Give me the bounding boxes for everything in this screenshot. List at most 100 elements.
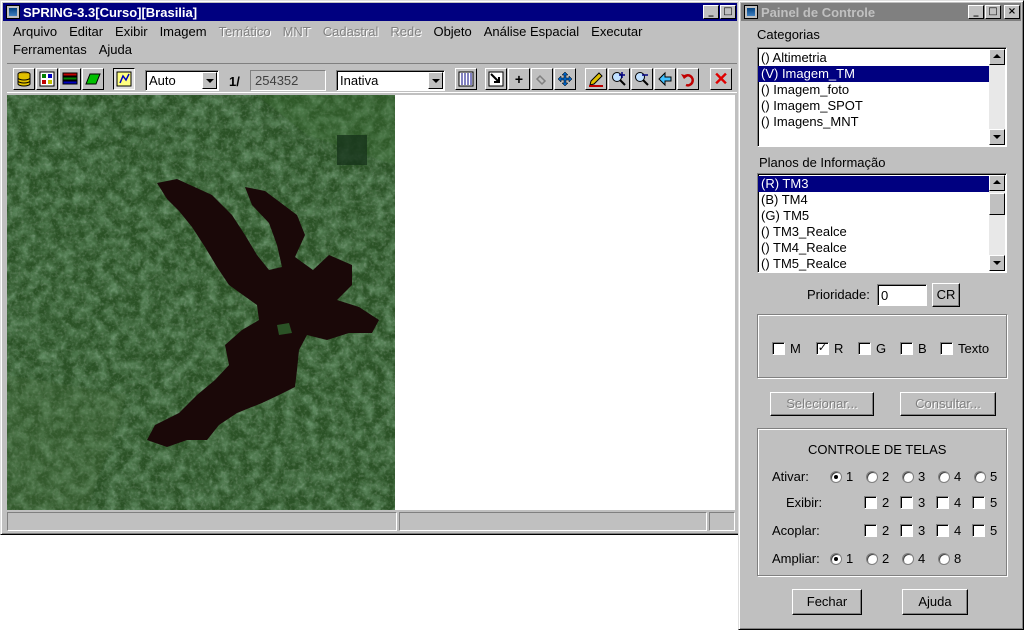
ativar-label: Ativar: <box>772 469 809 484</box>
exibir-checkbox-5[interactable] <box>972 496 985 509</box>
plane-item[interactable]: (B) TM4 <box>758 192 990 208</box>
database-button[interactable] <box>13 68 35 90</box>
database-icon <box>17 71 31 87</box>
zoom-mode-select[interactable]: Auto <box>145 70 219 91</box>
satellite-image[interactable] <box>7 95 395 510</box>
planes-scroll-down[interactable] <box>989 255 1005 271</box>
menu-tem-tico[interactable]: Temático <box>213 24 277 39</box>
crosshair-button[interactable]: + <box>508 68 530 90</box>
close-button[interactable]: Fechar <box>792 589 862 615</box>
query-button[interactable]: Consultar... <box>900 392 996 416</box>
zoom-mode-dropdown-arrow[interactable] <box>202 72 217 89</box>
exibir-checkbox-3[interactable] <box>900 496 913 509</box>
main-window: SPRING-3.3[Curso][Brasilia] _ □ Arquivo E… <box>0 0 740 535</box>
categorie-item[interactable]: () Imagens_MNT <box>758 114 990 130</box>
exibir-checkbox-2[interactable] <box>864 496 877 509</box>
acoplar-label: Acoplar: <box>772 523 820 538</box>
panel-maximize-button[interactable]: □ <box>985 5 1001 19</box>
ampliar-radio-1[interactable] <box>830 553 842 565</box>
categorie-item[interactable]: () Imagem_SPOT <box>758 98 990 114</box>
menu-editar[interactable]: Editar <box>63 24 109 39</box>
ativar-radio-2[interactable] <box>866 471 878 483</box>
zoom-out-button[interactable] <box>631 68 653 90</box>
menu-objeto[interactable]: Objeto <box>427 24 477 39</box>
cr-button[interactable]: CR <box>932 283 960 307</box>
state-dropdown-arrow[interactable] <box>428 72 443 89</box>
ativar-radio-4[interactable] <box>938 471 950 483</box>
plane-item[interactable]: (G) TM5 <box>758 208 990 224</box>
planes-scrollbar[interactable] <box>989 175 1005 271</box>
planes-scroll-up[interactable] <box>989 175 1005 191</box>
ativar-radio-3[interactable] <box>902 471 914 483</box>
categorie-item[interactable]: () Imagem_foto <box>758 82 990 98</box>
categories-scroll-up[interactable] <box>989 49 1005 65</box>
layers-button[interactable] <box>59 68 81 90</box>
main-titlebar[interactable]: SPRING-3.3[Curso][Brasilia] _ □ <box>3 3 737 21</box>
menu-exibir[interactable]: Exibir <box>109 24 154 39</box>
panel-app-icon[interactable] <box>744 5 758 19</box>
exibir-checkbox-4[interactable] <box>936 496 949 509</box>
plane-item[interactable]: (R) TM3 <box>758 176 990 192</box>
display-button[interactable] <box>455 68 477 90</box>
image-display-area[interactable] <box>7 95 735 510</box>
plane-item[interactable]: () TM5_Realce <box>758 256 990 272</box>
link-button[interactable] <box>531 68 553 90</box>
pan-button[interactable] <box>554 68 576 90</box>
zoom-in-button[interactable] <box>608 68 630 90</box>
ampliar-radio-2[interactable] <box>866 553 878 565</box>
planes-scroll-thumb[interactable] <box>989 193 1005 215</box>
undo-button[interactable] <box>677 68 699 90</box>
maximize-button[interactable]: □ <box>720 5 736 19</box>
categories-scrollbar[interactable] <box>989 49 1005 145</box>
menu-ajuda[interactable]: Ajuda <box>93 42 138 57</box>
app-icon[interactable] <box>6 5 20 19</box>
ampliar-radio-4[interactable] <box>902 553 914 565</box>
panel-close-button[interactable]: × <box>1004 5 1020 19</box>
project-button[interactable] <box>36 68 58 90</box>
menu-ferramentas[interactable]: Ferramentas <box>7 42 93 57</box>
state-select[interactable]: Inativa <box>336 70 445 91</box>
measure-button[interactable] <box>585 68 607 90</box>
panel-minimize-button[interactable]: _ <box>968 5 984 19</box>
menu-executar[interactable]: Executar <box>585 24 648 39</box>
menu-rede[interactable]: Rede <box>384 24 427 39</box>
priority-input[interactable] <box>877 284 927 306</box>
cancel-button[interactable]: ✕ <box>710 68 732 90</box>
categories-scroll-down[interactable] <box>989 129 1005 145</box>
previous-view-button[interactable] <box>654 68 676 90</box>
minimize-button[interactable]: _ <box>703 5 719 19</box>
categories-list[interactable]: () Altimetria (V) Imagem_TM() Imagem_foto… <box>757 47 1007 147</box>
channel-b-checkbox[interactable] <box>900 342 913 355</box>
ativar-radio-1[interactable] <box>830 471 842 483</box>
menu-imagem[interactable]: Imagem <box>154 24 213 39</box>
acoplar-checkbox-2[interactable] <box>864 524 877 537</box>
planes-list[interactable]: (R) TM3 (B) TM4 (G) TM5() TM3_Realce() TM4… <box>757 173 1007 273</box>
channel-texto-checkbox[interactable] <box>940 342 953 355</box>
ampliar-radio-8[interactable] <box>938 553 950 565</box>
select-button[interactable]: Selecionar... <box>770 392 874 416</box>
ativar-radio-5[interactable] <box>974 471 986 483</box>
control-panel-titlebar[interactable]: Painel de Controle _ □ × <box>741 3 1021 21</box>
categorie-item[interactable]: () Altimetria <box>758 50 990 66</box>
ampliar-option-label: 4 <box>918 551 926 566</box>
cursor-info-button[interactable] <box>113 68 135 90</box>
plane-item[interactable]: () TM3_Realce <box>758 224 990 240</box>
acoplar-checkbox-4[interactable] <box>936 524 949 537</box>
help-button[interactable]: Ajuda <box>902 589 968 615</box>
menu-cadastral[interactable]: Cadastral <box>317 24 385 39</box>
categorie-item[interactable]: (V) Imagem_TM <box>758 66 990 82</box>
channel-g-checkbox[interactable] <box>858 342 871 355</box>
acoplar-checkbox-5[interactable] <box>972 524 985 537</box>
ativar-option-label: 1 <box>846 469 854 484</box>
scale-field[interactable]: 254352 <box>250 70 326 91</box>
menu-mnt[interactable]: MNT <box>277 24 317 39</box>
acoplar-option-label: 5 <box>990 523 998 538</box>
channel-r-checkbox[interactable]: ✓ <box>816 342 829 355</box>
polygon-button[interactable] <box>82 68 104 90</box>
menu-arquivo[interactable]: Arquivo <box>7 24 63 39</box>
acoplar-checkbox-3[interactable] <box>900 524 913 537</box>
restore-view-button[interactable] <box>485 68 507 90</box>
menu-an-lise-espacial[interactable]: Análise Espacial <box>478 24 585 39</box>
channel-m-checkbox[interactable] <box>772 342 785 355</box>
plane-item[interactable]: () TM4_Realce <box>758 240 990 256</box>
